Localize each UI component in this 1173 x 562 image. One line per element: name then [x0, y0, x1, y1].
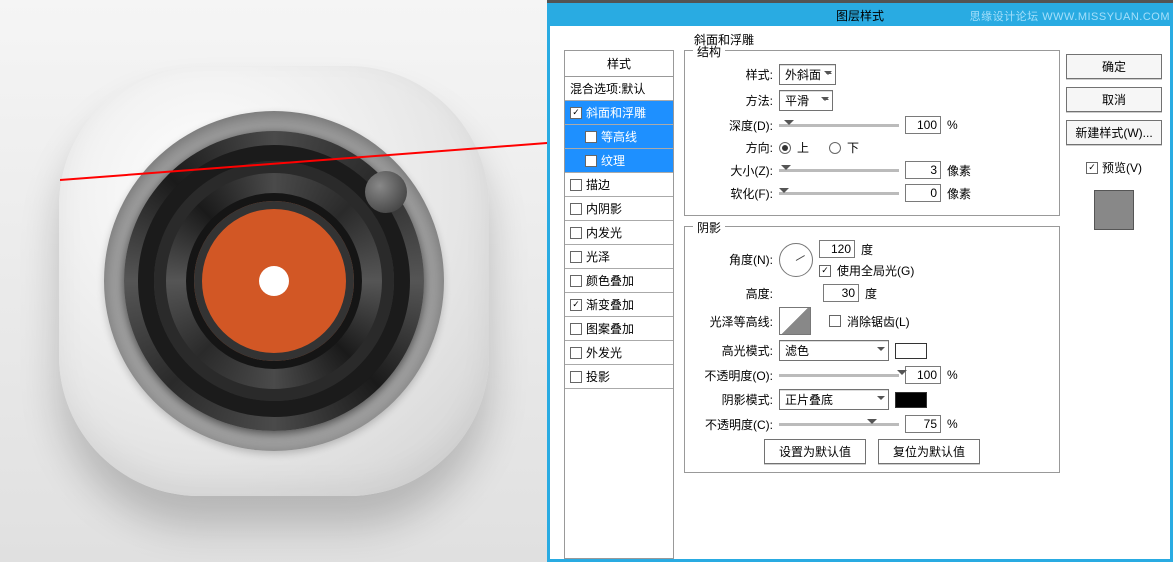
- set-default-button[interactable]: 设置为默认值: [764, 439, 866, 464]
- angle-input[interactable]: 120: [819, 240, 855, 258]
- angle-dial[interactable]: [779, 243, 813, 277]
- checkbox-icon[interactable]: [570, 347, 582, 359]
- sh-opacity-input[interactable]: 75: [905, 415, 941, 433]
- style-satin[interactable]: 光泽: [565, 245, 673, 269]
- structure-group: 结构 样式: 外斜面 方法: 平滑 深度(D): 100 % 方向: 上: [684, 50, 1060, 216]
- depth-input[interactable]: 100: [905, 116, 941, 134]
- style-outer-glow[interactable]: 外发光: [565, 341, 673, 365]
- checkbox-icon[interactable]: [570, 203, 582, 215]
- checkbox-icon[interactable]: [585, 131, 597, 143]
- bevel-heading: 斜面和浮雕: [694, 31, 754, 48]
- style-color-overlay[interactable]: 颜色叠加: [565, 269, 673, 293]
- checkbox-icon[interactable]: [570, 107, 582, 119]
- soften-label: 软化(F):: [691, 185, 773, 202]
- method-select[interactable]: 平滑: [779, 90, 833, 111]
- style-bevel[interactable]: 斜面和浮雕: [565, 101, 673, 125]
- soften-input[interactable]: 0: [905, 184, 941, 202]
- watermark: 思缘设计论坛 WWW.MISSYUAN.COM: [970, 7, 1170, 27]
- highlight-mode-label: 高光模式:: [691, 342, 773, 359]
- style-inner-glow[interactable]: 内发光: [565, 221, 673, 245]
- preview-swatch: [1094, 190, 1134, 230]
- style-inner-shadow[interactable]: 内阴影: [565, 197, 673, 221]
- preview-checkbox[interactable]: [1086, 162, 1098, 174]
- checkbox-icon[interactable]: [570, 323, 582, 335]
- direction-up-radio[interactable]: [779, 142, 791, 154]
- style-texture[interactable]: 纹理: [565, 149, 673, 173]
- direction-label: 方向:: [691, 139, 773, 156]
- hl-opacity-label: 不透明度(O):: [691, 367, 773, 384]
- checkbox-icon[interactable]: [570, 251, 582, 263]
- reset-default-button[interactable]: 复位为默认值: [878, 439, 980, 464]
- gloss-contour-label: 光泽等高线:: [691, 313, 773, 330]
- dialog-title: 图层样式: [836, 9, 884, 23]
- checkbox-icon[interactable]: [570, 179, 582, 191]
- style-gradient-overlay[interactable]: 渐变叠加: [565, 293, 673, 317]
- shadow-group: 阴影 角度(N): 120 度 使用全局光(G): [684, 226, 1060, 473]
- ok-button[interactable]: 确定: [1066, 54, 1162, 79]
- canvas-preview: [0, 0, 547, 562]
- style-contour[interactable]: 等高线: [565, 125, 673, 149]
- cancel-button[interactable]: 取消: [1066, 87, 1162, 112]
- shadow-mode-label: 阴影模式:: [691, 391, 773, 408]
- direction-down-radio[interactable]: [829, 142, 841, 154]
- highlight-color[interactable]: [895, 343, 927, 359]
- hl-opacity-slider[interactable]: [779, 374, 899, 377]
- style-select[interactable]: 外斜面: [779, 64, 836, 85]
- style-label: 样式:: [691, 66, 773, 83]
- checkbox-icon[interactable]: [570, 275, 582, 287]
- styles-header: 样式: [565, 51, 673, 77]
- styles-panel: 样式 混合选项:默认 斜面和浮雕 等高线 纹理 描边 内阴影 内发光 光泽 颜色…: [564, 50, 674, 559]
- style-blend-default[interactable]: 混合选项:默认: [565, 77, 673, 101]
- sh-opacity-slider[interactable]: [779, 423, 899, 426]
- style-drop-shadow[interactable]: 投影: [565, 365, 673, 389]
- preview-label: 预览(V): [1102, 159, 1142, 176]
- depth-label: 深度(D):: [691, 117, 773, 134]
- hl-opacity-input[interactable]: 100: [905, 366, 941, 384]
- size-label: 大小(Z):: [691, 162, 773, 179]
- new-style-button[interactable]: 新建样式(W)...: [1066, 120, 1162, 145]
- size-slider[interactable]: [779, 169, 899, 172]
- annotation-arrow: [60, 140, 580, 200]
- gloss-contour-picker[interactable]: [779, 307, 811, 335]
- altitude-label: 高度:: [691, 285, 773, 302]
- params-panel: 结构 样式: 外斜面 方法: 平滑 深度(D): 100 % 方向: 上: [680, 26, 1064, 559]
- dialog-buttons: 确定 取消 新建样式(W)... 预览(V): [1064, 26, 1170, 559]
- size-input[interactable]: 3: [905, 161, 941, 179]
- antialias-checkbox[interactable]: [829, 315, 841, 327]
- layer-style-dialog: 图层样式 思缘设计论坛 WWW.MISSYUAN.COM 样式 混合选项:默认 …: [547, 3, 1173, 562]
- checkbox-icon[interactable]: [585, 155, 597, 167]
- checkbox-icon[interactable]: [570, 371, 582, 383]
- shadow-legend: 阴影: [693, 219, 725, 236]
- shadow-mode-select[interactable]: 正片叠底: [779, 389, 889, 410]
- checkbox-icon[interactable]: [570, 299, 582, 311]
- soften-slider[interactable]: [779, 192, 899, 195]
- dialog-titlebar[interactable]: 图层样式 思缘设计论坛 WWW.MISSYUAN.COM: [550, 6, 1170, 26]
- method-label: 方法:: [691, 92, 773, 109]
- altitude-input[interactable]: 30: [823, 284, 859, 302]
- sh-opacity-label: 不透明度(C):: [691, 416, 773, 433]
- depth-slider[interactable]: [779, 124, 899, 127]
- icon-artwork: [59, 66, 489, 496]
- checkbox-icon[interactable]: [570, 227, 582, 239]
- shadow-color[interactable]: [895, 392, 927, 408]
- style-stroke[interactable]: 描边: [565, 173, 673, 197]
- angle-label: 角度(N):: [691, 251, 773, 268]
- highlight-mode-select[interactable]: 滤色: [779, 340, 889, 361]
- global-light-checkbox[interactable]: [819, 265, 831, 277]
- style-pattern-overlay[interactable]: 图案叠加: [565, 317, 673, 341]
